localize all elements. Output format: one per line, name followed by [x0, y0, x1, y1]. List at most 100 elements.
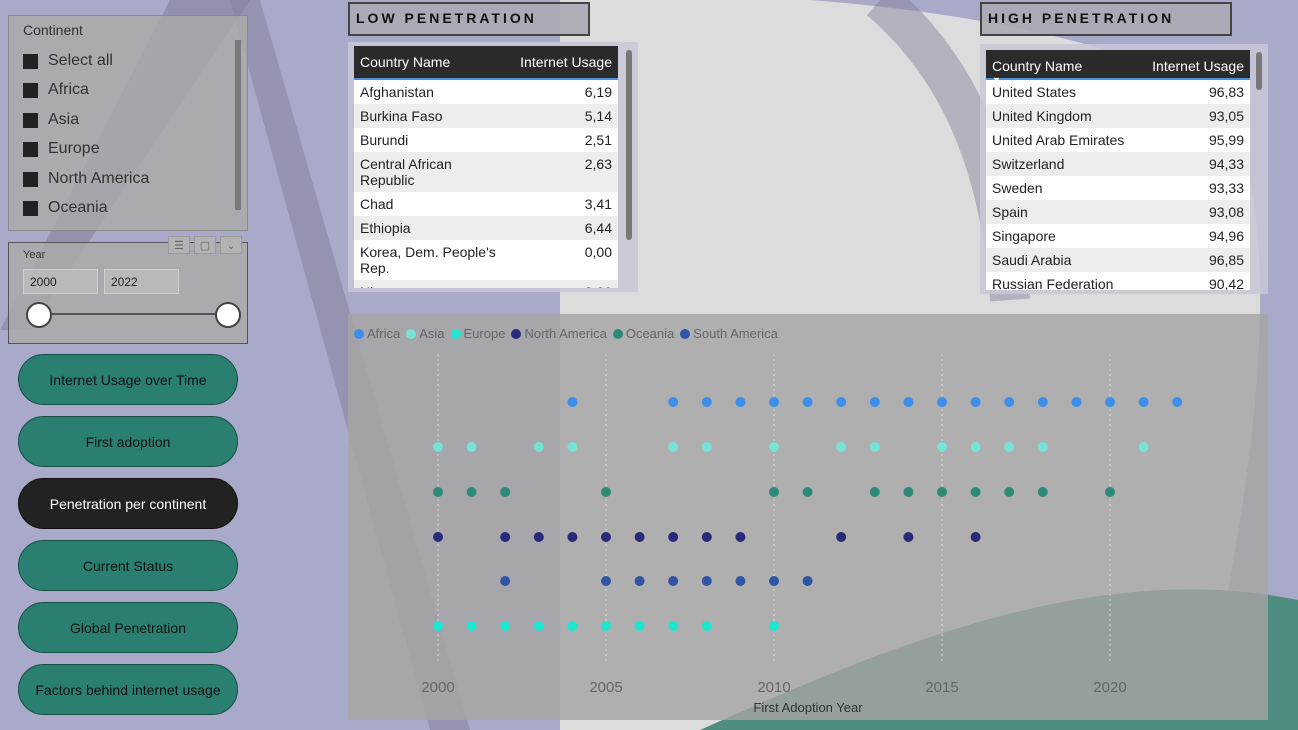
- column-header-country[interactable]: Country Name ▼: [992, 50, 1082, 85]
- data-point[interactable]: [433, 621, 443, 631]
- data-point[interactable]: [802, 487, 813, 497]
- data-point[interactable]: [433, 442, 443, 452]
- slicer-item-select-all[interactable]: Select all: [23, 50, 113, 72]
- data-point[interactable]: [769, 442, 779, 452]
- year-end-input[interactable]: [104, 269, 179, 294]
- data-point[interactable]: [769, 487, 779, 497]
- nav-factors-behind-internet-usage[interactable]: Factors behind internet usage: [18, 664, 238, 715]
- data-point[interactable]: [466, 442, 477, 452]
- data-point[interactable]: [668, 621, 679, 631]
- data-point[interactable]: [769, 621, 779, 631]
- checkbox[interactable]: [23, 112, 38, 128]
- data-point[interactable]: [869, 487, 880, 497]
- data-point[interactable]: [1105, 487, 1115, 497]
- table-row[interactable]: Sweden 93,33: [986, 176, 1250, 200]
- data-point[interactable]: [735, 576, 746, 586]
- table-row[interactable]: Burundi 2,51: [354, 128, 618, 152]
- nav-first-adoption[interactable]: First adoption: [18, 416, 238, 467]
- table-scrollbar[interactable]: [1256, 52, 1262, 90]
- data-point[interactable]: [937, 397, 947, 407]
- data-point[interactable]: [500, 621, 511, 631]
- table-row[interactable]: Singapore 94,96: [986, 224, 1250, 248]
- data-point[interactable]: [634, 576, 645, 586]
- data-point[interactable]: [937, 487, 947, 497]
- checkbox[interactable]: [23, 53, 38, 69]
- data-point[interactable]: [970, 487, 981, 497]
- filter-icon[interactable]: ☰: [168, 236, 190, 254]
- table-row[interactable]: Niger 3,99: [354, 280, 618, 288]
- data-point[interactable]: [701, 532, 712, 542]
- checkbox[interactable]: [23, 82, 38, 98]
- data-point[interactable]: [1138, 442, 1149, 452]
- checkbox[interactable]: [23, 171, 38, 187]
- data-point[interactable]: [1037, 487, 1048, 497]
- data-point[interactable]: [903, 397, 914, 407]
- slicer-item-africa[interactable]: Africa: [23, 79, 89, 101]
- data-point[interactable]: [869, 397, 880, 407]
- data-point[interactable]: [903, 487, 914, 497]
- data-point[interactable]: [836, 442, 847, 452]
- data-point[interactable]: [735, 397, 746, 407]
- data-point[interactable]: [1004, 487, 1015, 497]
- data-point[interactable]: [466, 487, 477, 497]
- nav-global-penetration[interactable]: Global Penetration: [18, 602, 238, 653]
- table-row[interactable]: United Arab Emirates 95,99: [986, 128, 1250, 152]
- data-point[interactable]: [970, 442, 981, 452]
- nav-internet-usage-over-time[interactable]: Internet Usage over Time: [18, 354, 238, 405]
- data-point[interactable]: [1037, 442, 1048, 452]
- data-point[interactable]: [701, 621, 712, 631]
- year-start-input[interactable]: [23, 269, 98, 294]
- data-point[interactable]: [769, 576, 779, 586]
- table-row[interactable]: Chad 3,41: [354, 192, 618, 216]
- checkbox[interactable]: [23, 200, 38, 216]
- data-point[interactable]: [836, 397, 847, 407]
- focus-icon[interactable]: ▢: [194, 236, 216, 254]
- year-start-handle[interactable]: [26, 302, 52, 328]
- data-point[interactable]: [701, 442, 712, 452]
- data-point[interactable]: [601, 576, 611, 586]
- table-row[interactable]: Russian Federation 90,42: [986, 272, 1250, 290]
- column-header-usage[interactable]: Internet Usage: [520, 46, 612, 78]
- data-point[interactable]: [970, 397, 981, 407]
- data-point[interactable]: [500, 576, 511, 586]
- slicer-scrollbar[interactable]: [235, 40, 241, 210]
- data-point[interactable]: [1004, 442, 1015, 452]
- slicer-item-europe[interactable]: Europe: [23, 138, 100, 160]
- table-row[interactable]: Saudi Arabia 96,85: [986, 248, 1250, 272]
- data-point[interactable]: [601, 487, 611, 497]
- data-point[interactable]: [433, 532, 443, 542]
- column-header-country[interactable]: Country Name: [360, 46, 450, 78]
- data-point[interactable]: [601, 621, 611, 631]
- sort-desc-icon[interactable]: ▼: [992, 67, 1001, 85]
- table-row[interactable]: Afghanistan 6,19: [354, 80, 618, 104]
- data-point[interactable]: [500, 487, 511, 497]
- data-point[interactable]: [634, 532, 645, 542]
- data-point[interactable]: [701, 397, 712, 407]
- data-point[interactable]: [466, 621, 477, 631]
- table-row[interactable]: Burkina Faso 5,14: [354, 104, 618, 128]
- table-row[interactable]: Central African Republic 2,63: [354, 152, 618, 192]
- nav-penetration-per-continent[interactable]: Penetration per continent: [18, 478, 238, 529]
- data-point[interactable]: [601, 532, 611, 542]
- table-row[interactable]: Korea, Dem. People's Rep. 0,00: [354, 240, 618, 280]
- slicer-item-asia[interactable]: Asia: [23, 109, 79, 131]
- data-point[interactable]: [668, 532, 679, 542]
- data-point[interactable]: [970, 532, 981, 542]
- data-point[interactable]: [802, 576, 813, 586]
- nav-current-status[interactable]: Current Status: [18, 540, 238, 591]
- data-point[interactable]: [701, 576, 712, 586]
- data-point[interactable]: [937, 442, 947, 452]
- data-point[interactable]: [869, 442, 880, 452]
- data-point[interactable]: [1037, 397, 1048, 407]
- data-point[interactable]: [634, 621, 645, 631]
- table-row[interactable]: Switzerland 94,33: [986, 152, 1250, 176]
- data-point[interactable]: [533, 621, 544, 631]
- data-point[interactable]: [1138, 397, 1149, 407]
- data-point[interactable]: [567, 621, 578, 631]
- table-scrollbar[interactable]: [626, 50, 632, 240]
- data-point[interactable]: [533, 532, 544, 542]
- data-point[interactable]: [668, 442, 679, 452]
- data-point[interactable]: [903, 532, 914, 542]
- data-point[interactable]: [668, 576, 679, 586]
- data-point[interactable]: [1071, 397, 1082, 407]
